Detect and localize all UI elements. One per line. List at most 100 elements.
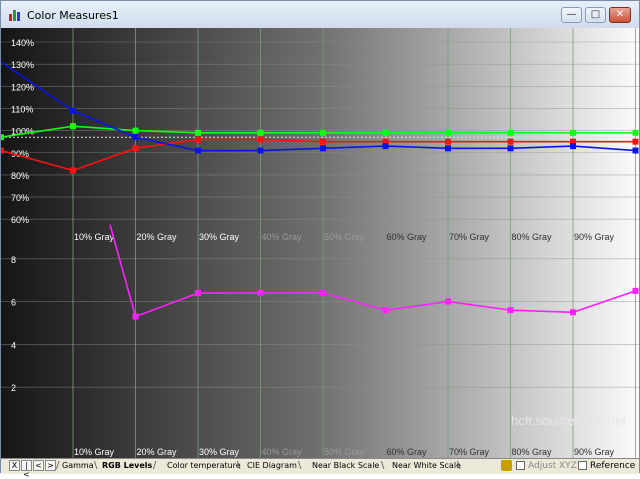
- y-tick-label: 70%: [11, 193, 29, 203]
- x-tick-label: 50% Gray: [324, 447, 365, 457]
- tab-separator: \: [237, 460, 241, 471]
- x-tick-label: 10% Gray: [74, 447, 115, 457]
- delta-e-data-point: [132, 313, 139, 320]
- tab-near-black-scale[interactable]: Near Black Scale: [312, 459, 379, 472]
- tab-color-temperature[interactable]: Color temperature: [167, 459, 241, 472]
- red-data-point: [257, 136, 264, 143]
- tab-separator: \: [457, 460, 461, 471]
- y-tick-label: 110%: [11, 104, 33, 114]
- delta-e-data-point: [507, 307, 514, 314]
- x-tick-label: 50% Gray: [324, 232, 365, 242]
- x-tick-label: 30% Gray: [199, 232, 240, 242]
- tab-cie-diagram[interactable]: CIE Diagram: [247, 459, 297, 472]
- blue-data-point: [632, 147, 639, 154]
- green-data-point: [320, 129, 326, 136]
- green-data-point: [570, 129, 576, 136]
- y-tick-label: 130%: [11, 60, 34, 70]
- tab-rgb-levels[interactable]: RGB Levels: [102, 459, 152, 472]
- x-tick-label: 20% Gray: [137, 232, 178, 242]
- y-tick-label: 8: [11, 255, 16, 265]
- red-data-point: [445, 138, 451, 145]
- blue-data-point: [382, 143, 389, 150]
- tab-separator: \: [94, 460, 98, 471]
- tab-separator: \: [381, 460, 385, 471]
- red-data-point: [1, 147, 4, 154]
- x-tick-label: 10% Gray: [74, 232, 115, 242]
- delta-e-data-point: [320, 290, 326, 297]
- delta-e-data-point: [445, 298, 451, 305]
- x-tick-label: 70% Gray: [449, 232, 490, 242]
- tab-separator: /: [56, 460, 60, 471]
- red-data-point: [195, 136, 201, 143]
- delta-e-data-point: [257, 290, 264, 297]
- green-data-point: [195, 129, 201, 136]
- nav-close-button[interactable]: X: [9, 460, 20, 471]
- delta-e-data-point: [195, 290, 201, 297]
- rgb-x-axis: 10% Gray 20% Gray 30% Gray 40% Gray 50% Gray…: [74, 232, 615, 242]
- blue-data-point: [320, 145, 326, 152]
- blue-data-point: [570, 143, 576, 150]
- x-tick-label: 90% Gray: [574, 447, 615, 457]
- delta-e-data-point: [382, 307, 389, 314]
- x-tick-label: 60% Gray: [387, 447, 428, 457]
- red-data-point: [632, 138, 639, 145]
- blue-data-point: [132, 134, 139, 141]
- main-window: Color Measures1 — □ ✕ 140% 130% 120% 110% 10…: [0, 0, 640, 479]
- y-tick-label: 6: [11, 298, 16, 308]
- x-tick-label: 20% Gray: [137, 447, 178, 457]
- minimize-button[interactable]: —: [561, 7, 582, 23]
- x-tick-label: 80% Gray: [512, 447, 553, 457]
- x-tick-label: 40% Gray: [262, 232, 303, 242]
- y-tick-label: 140%: [11, 38, 34, 48]
- measure-chart-area[interactable]: 140%130%120%110%100%90%80%70%60% 10% Gra…: [1, 28, 639, 458]
- nav-prev-button[interactable]: <: [33, 460, 44, 471]
- red-data-point: [70, 167, 76, 174]
- red-data-point: [320, 138, 326, 145]
- green-data-point: [1, 134, 4, 141]
- nav-next-button[interactable]: >: [45, 460, 56, 471]
- x-tick-label: 80% Gray: [512, 232, 553, 242]
- x-tick-label: 60% Gray: [387, 232, 428, 242]
- blue-data-point: [257, 147, 264, 154]
- title-bar[interactable]: Color Measures1 — □ ✕: [1, 1, 639, 31]
- minimize-icon: —: [566, 9, 577, 20]
- reference-checkbox[interactable]: [578, 461, 587, 470]
- adjust-xyz-checkbox[interactable]: [516, 461, 525, 470]
- maximize-button[interactable]: □: [585, 7, 606, 23]
- green-data-point: [132, 127, 139, 134]
- y-tick-label: 60%: [11, 215, 29, 225]
- tab-separator: \: [298, 460, 302, 471]
- x-tick-label: 40% Gray: [262, 447, 303, 457]
- warning-icon: [501, 460, 512, 471]
- x-tick-label: 70% Gray: [449, 447, 490, 457]
- maximize-icon: □: [590, 9, 601, 20]
- green-data-point: [632, 129, 639, 136]
- gray-gradient-background: [1, 28, 639, 458]
- reference-label: Reference: [590, 461, 636, 471]
- tab-gamma[interactable]: Gamma: [62, 459, 94, 472]
- delta-e-data-point: [570, 309, 576, 316]
- red-data-point: [507, 138, 514, 145]
- y-tick-label: 80%: [11, 171, 29, 181]
- tab-separator: /: [153, 460, 157, 471]
- green-data-point: [70, 123, 76, 130]
- blue-data-point: [507, 145, 514, 152]
- x-tick-label: 90% Gray: [574, 232, 615, 242]
- watermark: hcfr.sourceforge.net: [511, 413, 626, 428]
- nav-first-button[interactable]: |<: [21, 460, 32, 479]
- blue-data-point: [195, 147, 201, 154]
- close-button[interactable]: ✕: [609, 7, 631, 23]
- y-tick-label: 120%: [11, 82, 34, 92]
- delta-e-x-axis: 10% Gray 20% Gray 30% Gray 40% Gray 50% Gray…: [74, 447, 615, 457]
- red-data-point: [132, 145, 139, 152]
- blue-data-point: [445, 145, 451, 152]
- green-data-point: [445, 129, 451, 136]
- adjust-xyz-label: Adjust XYZ: [528, 461, 577, 471]
- green-data-point: [507, 129, 514, 136]
- tab-near-white-scale[interactable]: Near White Scale: [392, 459, 461, 472]
- y-tick-label: 4: [11, 340, 16, 350]
- x-tick-label: 30% Gray: [199, 447, 240, 457]
- y-tick-label: 2: [11, 383, 16, 393]
- blue-data-point: [70, 107, 76, 114]
- tab-bar: X |< < > / Gamma \ RGB Levels / Color te…: [1, 458, 639, 479]
